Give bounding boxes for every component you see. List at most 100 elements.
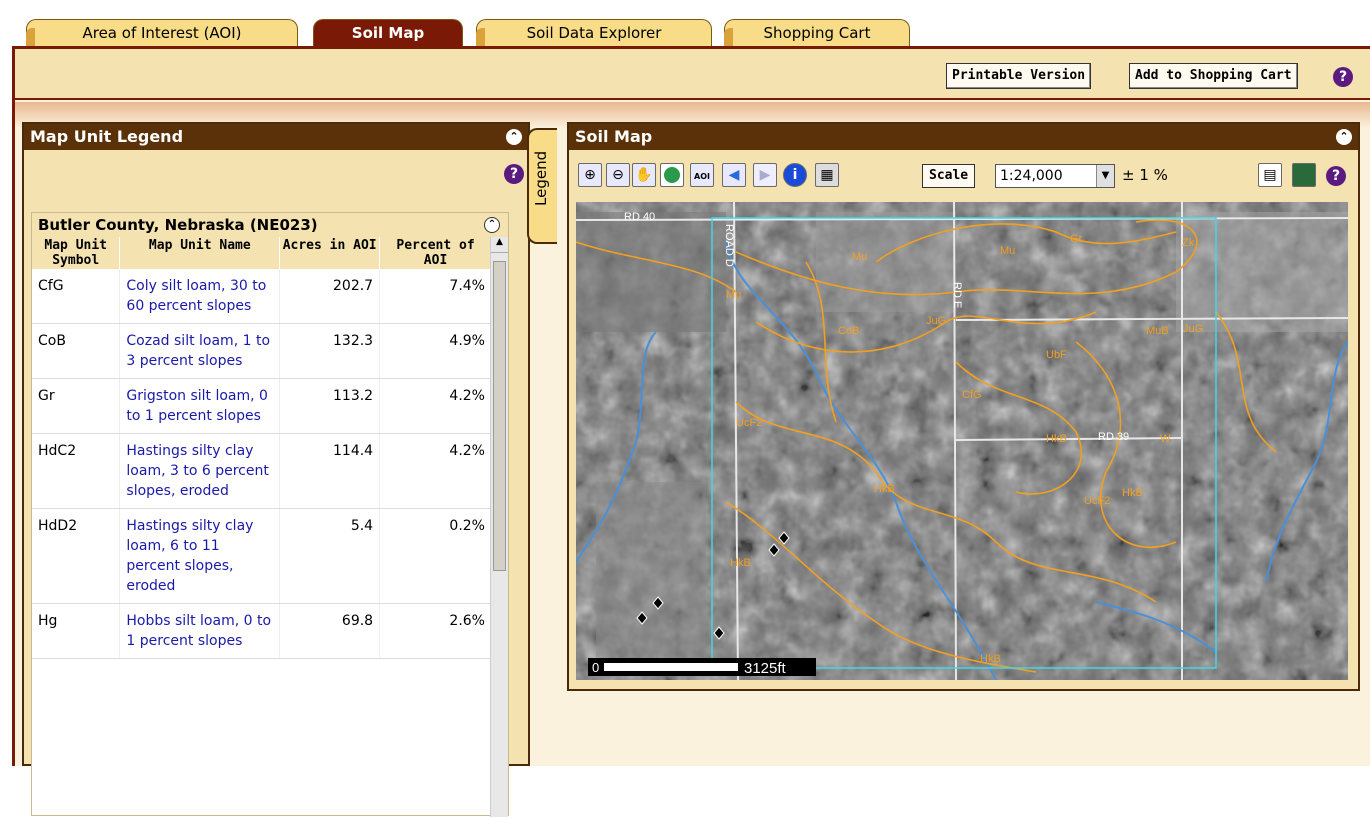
table-row: HdC2 Hastings silty clay loam, 3 to 6 pe…: [32, 433, 492, 509]
soil-unit-label: Zk: [1182, 237, 1195, 249]
map-unit-name-link[interactable]: Grigston silt loam, 0 to 1 percent slope…: [119, 378, 281, 434]
map-layout-icon[interactable]: [1292, 163, 1316, 187]
zoom-to-aoi-icon[interactable]: AOI: [690, 163, 714, 187]
scale-tolerance: ± 1 %: [1122, 166, 1168, 184]
soil-unit-label: HkB: [730, 557, 751, 569]
collapse-icon[interactable]: ⌃: [1336, 129, 1352, 145]
column-header-name[interactable]: Map Unit Name: [119, 237, 281, 269]
full-extent-globe-icon[interactable]: [660, 163, 684, 187]
field: [1176, 212, 1348, 332]
road-label: RD 39: [1098, 431, 1129, 443]
table-row: Gr Grigston silt loam, 0 to 1 percent sl…: [32, 378, 492, 434]
chevron-down-icon[interactable]: ▼: [1096, 165, 1114, 187]
acres-value: 113.2: [279, 378, 381, 434]
table-row: Hg Hobbs silt loam, 0 to 1 percent slope…: [32, 603, 492, 659]
legend-layout-icon[interactable]: ▤: [1258, 163, 1282, 187]
identify-info-icon[interactable]: i: [783, 163, 807, 187]
map-unit-name-link[interactable]: Hastings silty clay loam, 6 to 11 percen…: [119, 508, 281, 604]
scroll-up-icon[interactable]: ▲: [491, 237, 508, 253]
table-header-row: Map Unit Symbol Map Unit Name Acres in A…: [32, 237, 492, 269]
percent-value: 4.2%: [379, 433, 492, 509]
scale-select[interactable]: 1:24,000 ▼: [995, 164, 1115, 188]
map-title: Soil Map: [575, 127, 653, 146]
collapse-icon[interactable]: ⌃: [506, 129, 522, 145]
soil-unit-label: Gr: [1070, 233, 1083, 245]
pan-hand-icon[interactable]: ✋: [632, 163, 656, 187]
map-unit-symbol: Gr: [32, 378, 121, 434]
soil-unit-label: UcF2: [1084, 495, 1110, 507]
soil-map-view[interactable]: RD 40 ROAD D RD E RD 39 Mu Mu Mu Gr Zk C…: [576, 202, 1348, 680]
percent-value: 2.6%: [379, 603, 492, 659]
map-unit-symbol: CfG: [32, 269, 121, 324]
column-header-acres[interactable]: Acres in AOI: [279, 237, 381, 269]
map-unit-name-link[interactable]: Coly silt loam, 30 to 60 percent slopes: [119, 269, 281, 324]
county-header: Butler County, Nebraska (NE023) ⌃: [32, 213, 508, 237]
map-unit-legend-panel: Map Unit Legend ⌃ ? Butler County, Nebra…: [22, 122, 530, 817]
back-arrow-icon[interactable]: ◀: [722, 163, 746, 187]
map-unit-name-link[interactable]: Hobbs silt loam, 0 to 1 percent slopes: [119, 603, 281, 659]
soil-unit-label: Mu: [852, 251, 867, 263]
soil-unit-label: UbF: [1046, 349, 1067, 361]
tab-area-of-interest[interactable]: Area of Interest (AOI): [26, 19, 298, 48]
acres-value: 114.4: [279, 433, 381, 509]
soil-unit-label: HkB: [1046, 433, 1067, 445]
forward-arrow-icon[interactable]: ▶: [753, 163, 777, 187]
scale-bar-start: 0: [592, 660, 599, 675]
toolbar: Printable Version Add to Shopping Cart ?: [15, 49, 1370, 100]
tab-shopping-cart[interactable]: Shopping Cart: [724, 19, 910, 48]
soil-unit-label: MuB: [1146, 325, 1169, 337]
tab-soil-data-explorer[interactable]: Soil Data Explorer: [476, 19, 712, 48]
collapse-icon[interactable]: ⌃: [484, 217, 500, 233]
soil-map-image[interactable]: RD 40 ROAD D RD E RD 39 Mu Mu Mu Gr Zk C…: [576, 202, 1348, 680]
column-header-symbol[interactable]: Map Unit Symbol: [32, 237, 121, 269]
tab-soil-map[interactable]: Soil Map: [313, 19, 463, 47]
soil-unit-label: HkB: [1122, 487, 1143, 499]
table-row: CoB Cozad silt loam, 1 to 3 percent slop…: [32, 323, 492, 379]
legend-side-tab[interactable]: Legend: [527, 128, 557, 244]
county-name: Butler County, Nebraska (NE023): [38, 216, 318, 234]
legend-title: Map Unit Legend: [30, 127, 184, 146]
scrollbar[interactable]: ▲: [490, 237, 508, 817]
road-label: ROAD D: [723, 224, 735, 267]
acres-value: 132.3: [279, 323, 381, 379]
help-icon[interactable]: ?: [1326, 166, 1346, 186]
soil-unit-label: CoB: [838, 325, 859, 337]
road-label: RD E: [951, 282, 963, 308]
map-unit-name-link[interactable]: Cozad silt loam, 1 to 3 percent slopes: [119, 323, 281, 379]
acres-value: 69.8: [279, 603, 381, 659]
road-label: RD 40: [624, 211, 655, 223]
tab-flap: [476, 28, 485, 48]
percent-value: 4.9%: [379, 323, 492, 379]
legend-side-tab-label: Legend: [532, 150, 550, 206]
map-unit-symbol: HdD2: [32, 508, 121, 604]
field: [596, 482, 706, 662]
soil-unit-label: UcF2: [736, 417, 762, 429]
help-icon[interactable]: ?: [504, 164, 524, 184]
field: [576, 212, 726, 332]
layer-icon[interactable]: ▦: [815, 163, 839, 187]
tab-label: Area of Interest (AOI): [82, 24, 242, 42]
field: [816, 212, 956, 312]
printable-version-button[interactable]: Printable Version: [946, 63, 1092, 89]
tab-label: Soil Map: [351, 24, 425, 42]
scrollbar-thumb[interactable]: [493, 261, 506, 571]
zoom-out-icon[interactable]: ⊖: [606, 163, 630, 187]
tab-label: Soil Data Explorer: [526, 24, 662, 42]
scale-button[interactable]: Scale: [922, 164, 976, 188]
table-row: CfG Coly silt loam, 30 to 60 percent slo…: [32, 269, 492, 324]
scale-value: 1:24,000: [1000, 168, 1063, 184]
table-row: HdD2 Hastings silty clay loam, 6 to 11 p…: [32, 508, 492, 604]
tab-flap: [26, 28, 35, 48]
soil-unit-label: HkB: [874, 483, 895, 495]
soil-unit-label: HkB: [980, 653, 1001, 665]
tab-flap: [724, 28, 733, 48]
zoom-in-icon[interactable]: ⊕: [578, 163, 602, 187]
map-unit-symbol: Hg: [32, 603, 121, 659]
add-to-shopping-cart-button[interactable]: Add to Shopping Cart: [1129, 63, 1298, 89]
legend-table-container: Butler County, Nebraska (NE023) ⌃ ▲ Map …: [31, 212, 509, 817]
tab-label: Shopping Cart: [763, 24, 871, 42]
help-icon[interactable]: ?: [1333, 67, 1353, 87]
map-unit-name-link[interactable]: Hastings silty clay loam, 3 to 6 percent…: [119, 433, 281, 509]
column-header-percent[interactable]: Percent of AOI: [379, 237, 492, 269]
soil-unit-label: Mu: [726, 289, 741, 301]
